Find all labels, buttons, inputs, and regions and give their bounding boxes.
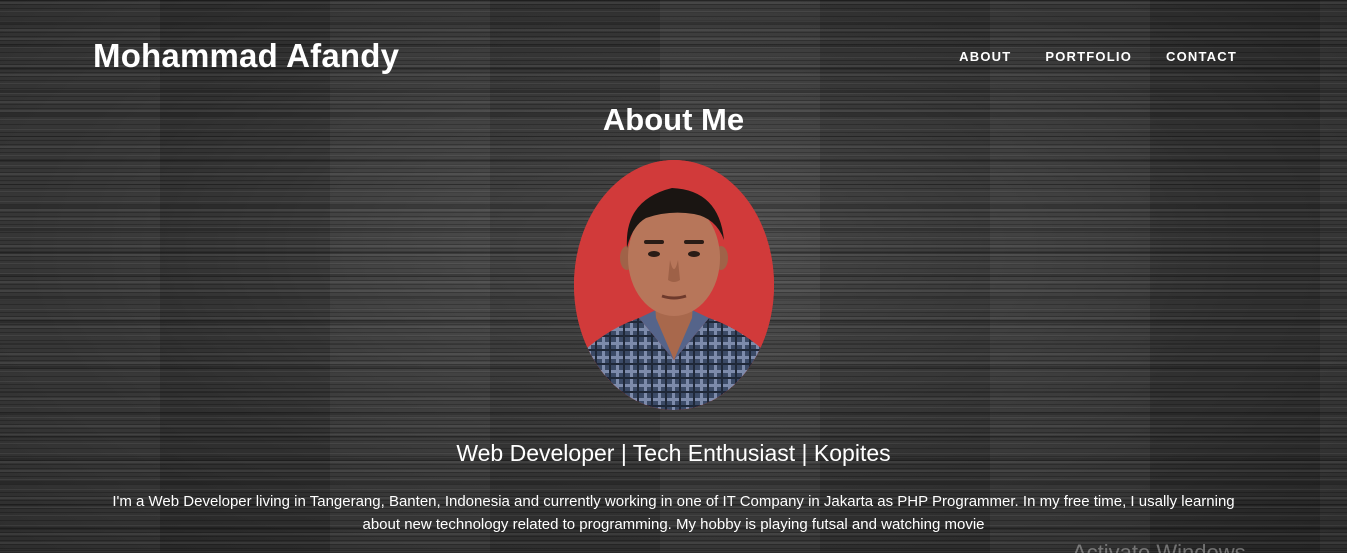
bio-paragraph: I'm a Web Developer living in Tangerang,… [112, 493, 1235, 533]
profile-photo [574, 160, 774, 410]
section-title: About Me [602, 102, 745, 137]
about-section: About Me Web Developer | Tech Enthusiast… [0, 0, 1347, 553]
person-portrait-icon [574, 160, 774, 410]
activate-windows-watermark: Activate Windows [1072, 540, 1246, 553]
tagline: Web Developer | Tech Enthusiast | Kopite… [456, 440, 891, 466]
